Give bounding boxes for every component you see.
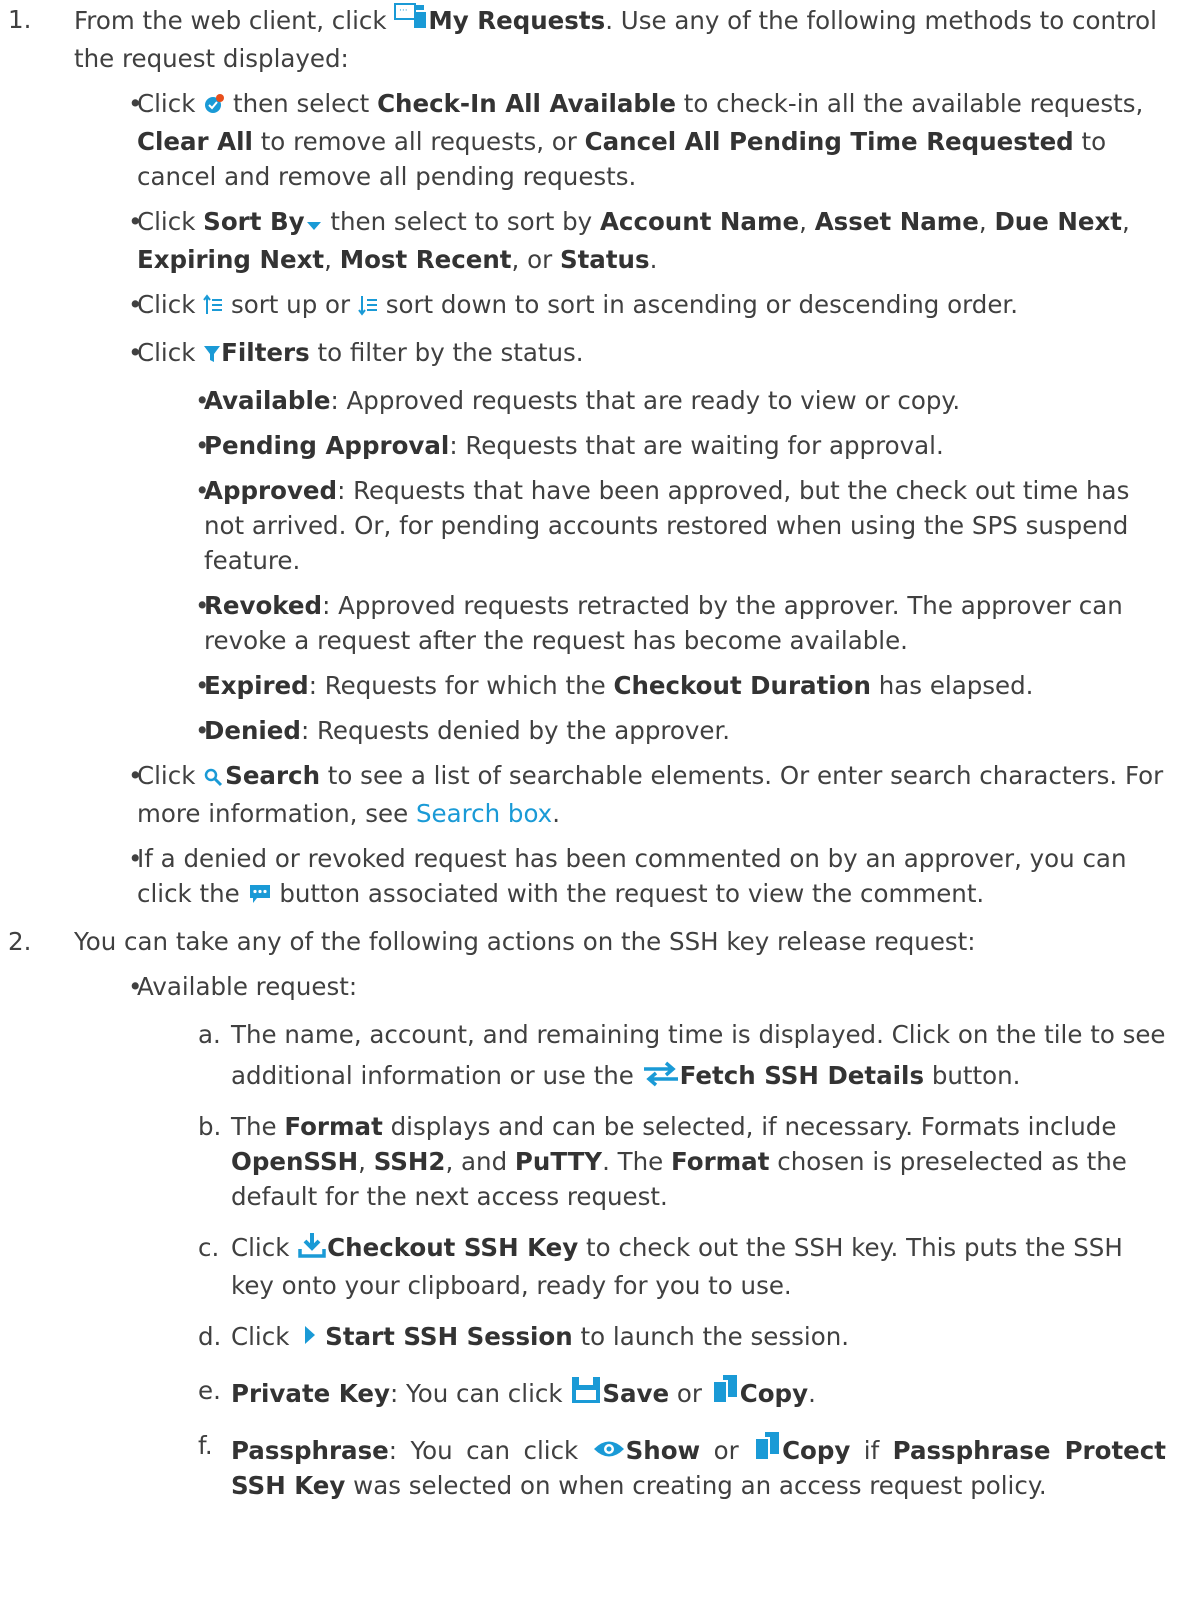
eye-icon: [592, 1436, 626, 1470]
copy-label: Copy: [739, 1379, 809, 1408]
fetch-arrows-icon: [642, 1058, 680, 1099]
status-expired: Expired: Requests for which the Checkout…: [8, 668, 1166, 703]
step-2f: f. Passphrase: You can click Show or Cop…: [198, 1430, 1167, 1500]
save-label: Save: [602, 1379, 670, 1408]
copy-label: Copy: [782, 1436, 851, 1465]
list-item-sortby: Click Sort By then select to sort by Acc…: [8, 204, 1166, 277]
step-2b: b. The Format displays and can be select…: [198, 1112, 1127, 1211]
sort-down-icon: [358, 290, 378, 325]
step-2-number: 2.: [8, 927, 32, 956]
list-item-checkin: Click then select Check-In All Available…: [8, 86, 1166, 194]
step-2c: c. Click Checkout SSH Key to check out t…: [198, 1231, 1123, 1300]
save-icon: [570, 1375, 602, 1414]
search-box-link[interactable]: Search box: [416, 799, 552, 828]
svg-text:···: ···: [399, 6, 408, 16]
checkin-options-icon: [203, 89, 225, 124]
play-icon: [303, 1322, 317, 1357]
step-2a: a. The name, account, and remaining time…: [8, 1014, 1166, 1099]
list-item-sort-order: Click sort up or sort down to sort in as…: [8, 287, 1166, 325]
step-2d: d. Click Start SSH Session to launch the…: [8, 1319, 1166, 1357]
copy-icon: [752, 1430, 782, 1470]
document: 1. From the web client, click ··· My Requ…: [0, 2, 1180, 1502]
status-revoked: Revoked: Approved requests retracted by …: [8, 588, 1166, 658]
step-1-number: 1.: [8, 5, 32, 34]
chevron-down-icon: [305, 207, 323, 242]
step-2e: e. Private Key: You can click Save or Co…: [8, 1373, 1166, 1414]
my-requests-label: My Requests: [428, 6, 606, 35]
status-approved: Approved: Requests that have been approv…: [8, 473, 1166, 578]
step-1: 1. From the web client, click ··· My Requ…: [8, 2, 1166, 76]
show-label: Show: [625, 1436, 701, 1465]
list-item-search: Click Search to see a list of searchable…: [8, 758, 1166, 831]
filter-icon: [203, 338, 221, 373]
copy-icon: [710, 1373, 740, 1414]
start-ssh-session-label: Start SSH Session: [325, 1322, 573, 1351]
download-icon: [297, 1231, 327, 1268]
checkout-ssh-key-label: Checkout SSH Key: [327, 1233, 579, 1262]
status-denied: Denied: Requests denied by the approver.: [8, 713, 1166, 748]
list-item-filters: Click Filters to filter by the status.: [8, 335, 1166, 373]
step-2: 2. You can take any of the following act…: [8, 924, 1166, 959]
list-item-comment: If a denied or revoked request has been …: [8, 841, 1166, 914]
list-item-available-request: Available request:: [8, 969, 1166, 1004]
comment-icon: [248, 879, 272, 914]
search-icon: [203, 761, 225, 796]
status-pending-approval: Pending Approval: Requests that are wait…: [8, 428, 1166, 463]
fetch-ssh-details-label: Fetch SSH Details: [679, 1061, 925, 1090]
status-available: Available: Approved requests that are re…: [8, 383, 1166, 418]
sort-up-icon: [203, 290, 223, 325]
my-requests-icon: ···: [394, 2, 428, 41]
